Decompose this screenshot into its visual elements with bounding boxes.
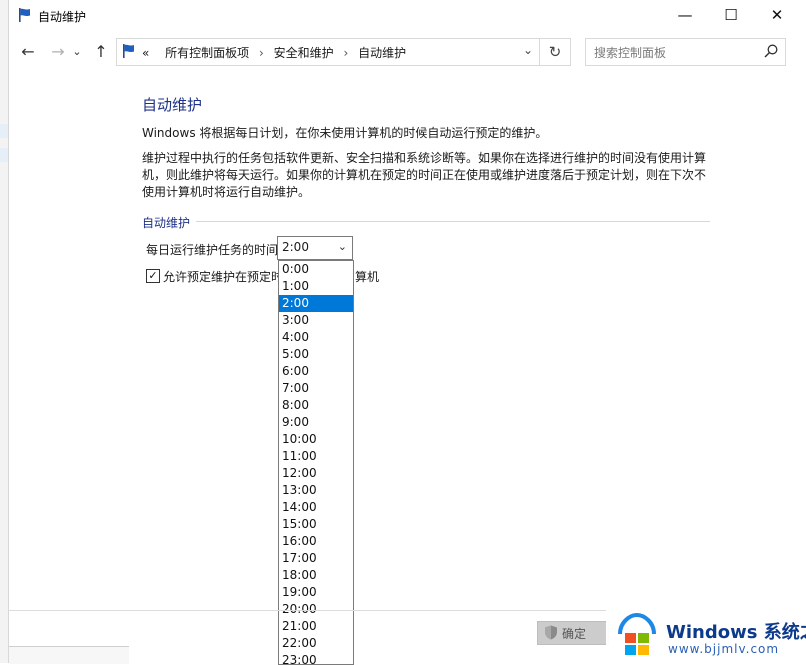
search-placeholder: 搜索控制面板 bbox=[594, 46, 667, 60]
recent-locations-button[interactable]: ⌄ bbox=[71, 41, 83, 63]
section-divider bbox=[196, 221, 710, 222]
forward-button[interactable]: → bbox=[47, 41, 69, 63]
time-option[interactable]: 17:00 bbox=[279, 550, 353, 567]
time-option[interactable]: 3:00 bbox=[279, 312, 353, 329]
up-button[interactable]: ↑ bbox=[90, 41, 112, 63]
time-option[interactable]: 22:00 bbox=[279, 635, 353, 652]
minimize-button[interactable]: — bbox=[662, 0, 708, 30]
chevron-down-icon: ⌄ bbox=[337, 240, 347, 253]
ok-button-label: 确定 bbox=[562, 627, 587, 641]
time-option[interactable]: 7:00 bbox=[279, 380, 353, 397]
breadcrumb-auto-maintenance[interactable]: 自动维护 bbox=[358, 46, 406, 60]
breadcrumb-separator: › bbox=[259, 46, 264, 60]
time-option[interactable]: 5:00 bbox=[279, 346, 353, 363]
time-option[interactable]: 4:00 bbox=[279, 329, 353, 346]
background-window-edge bbox=[9, 646, 129, 664]
main-content: 自动维护 Windows 将根据每日计划，在你未使用计算机的时候自动运行预定的维… bbox=[142, 94, 722, 201]
time-option[interactable]: 0:00 bbox=[279, 261, 353, 278]
time-option[interactable]: 18:00 bbox=[279, 567, 353, 584]
page-title: 自动维护 bbox=[142, 96, 203, 114]
watermark-brand: Windows 系统之家 bbox=[666, 622, 806, 643]
time-option[interactable]: 9:00 bbox=[279, 414, 353, 431]
wake-label-start: 允许预定维护在预定时 bbox=[163, 270, 284, 284]
watermark-url: www.bjjmlv.com bbox=[668, 642, 780, 656]
time-option[interactable]: 11:00 bbox=[279, 448, 353, 465]
time-option[interactable]: 8:00 bbox=[279, 397, 353, 414]
lead-text: Windows 将根据每日计划，在你未使用计算机的时候自动运行预定的维护。 bbox=[142, 126, 548, 140]
flag-icon bbox=[19, 8, 30, 22]
back-button[interactable]: ← bbox=[17, 41, 39, 63]
address-dropdown-button[interactable]: ⌄ bbox=[523, 43, 533, 57]
address-bar[interactable]: « 所有控制面板项 › 安全和维护 › 自动维护 ⌄ bbox=[116, 38, 540, 66]
navigation-bar: ← → ⌄ ↑ « 所有控制面板项 › 安全和维护 › 自动维护 ⌄ ↻ 搜索控… bbox=[9, 35, 806, 69]
ok-button[interactable]: 确定 bbox=[537, 621, 609, 645]
watermark: Windows 系统之家 www.bjjmlv.com bbox=[606, 604, 806, 663]
time-option[interactable]: 14:00 bbox=[279, 499, 353, 516]
breadcrumb-prefix[interactable]: « bbox=[142, 46, 149, 60]
close-button[interactable]: ✕ bbox=[754, 0, 800, 30]
breadcrumb-all-control-panel[interactable]: 所有控制面板项 bbox=[165, 46, 249, 60]
breadcrumb: « 所有控制面板项 › 安全和维护 › 自动维护 bbox=[142, 44, 406, 61]
description-text: 维护过程中执行的任务包括软件更新、安全扫描和系统诊断等。如果你在选择进行维护的时… bbox=[142, 151, 707, 199]
wake-label-end: 算机 bbox=[355, 270, 380, 284]
window-title: 自动维护 bbox=[38, 10, 87, 24]
time-option[interactable]: 19:00 bbox=[279, 584, 353, 601]
section-heading: 自动维护 bbox=[142, 216, 191, 230]
wake-checkbox[interactable]: ✓ bbox=[146, 269, 160, 283]
time-dropdown-list[interactable]: 0:00 1:00 2:00 3:00 4:00 5:00 6:00 7:00 8:00 9:00… bbox=[278, 260, 354, 665]
maximize-button[interactable]: ☐ bbox=[708, 0, 754, 30]
time-option[interactable]: 16:00 bbox=[279, 533, 353, 550]
time-option[interactable]: 15:00 bbox=[279, 516, 353, 533]
background-fragment bbox=[0, 148, 8, 162]
breadcrumb-security-maintenance[interactable]: 安全和维护 bbox=[274, 46, 334, 60]
control-panel-window: 自动维护 — ☐ ✕ ← → ⌄ ↑ « 所有控制面板项 › 安全和维护 › 自… bbox=[8, 0, 806, 665]
search-input[interactable]: 搜索控制面板 bbox=[585, 38, 786, 66]
time-select[interactable]: 2:00 ⌄ bbox=[277, 236, 353, 260]
time-option[interactable]: 13:00 bbox=[279, 482, 353, 499]
time-option[interactable]: 1:00 bbox=[279, 278, 353, 295]
refresh-button[interactable]: ↻ bbox=[540, 38, 571, 66]
time-label: 每日运行维护任务的时间 bbox=[146, 243, 279, 257]
time-option[interactable]: 21:00 bbox=[279, 618, 353, 635]
shield-icon bbox=[545, 625, 557, 640]
flag-icon bbox=[123, 44, 134, 58]
time-option[interactable]: 6:00 bbox=[279, 363, 353, 380]
title-bar[interactable]: 自动维护 — ☐ ✕ bbox=[9, 0, 806, 32]
watermark-logo bbox=[618, 612, 656, 655]
time-option[interactable]: 2:00 bbox=[279, 295, 353, 312]
time-option[interactable]: 10:00 bbox=[279, 431, 353, 448]
background-fragment bbox=[0, 124, 8, 138]
search-icon[interactable] bbox=[763, 43, 779, 59]
time-select-value: 2:00 bbox=[282, 240, 309, 254]
background-window-edge bbox=[0, 0, 8, 663]
breadcrumb-separator: › bbox=[343, 46, 349, 60]
time-option[interactable]: 12:00 bbox=[279, 465, 353, 482]
time-option[interactable]: 23:00 bbox=[279, 652, 353, 664]
